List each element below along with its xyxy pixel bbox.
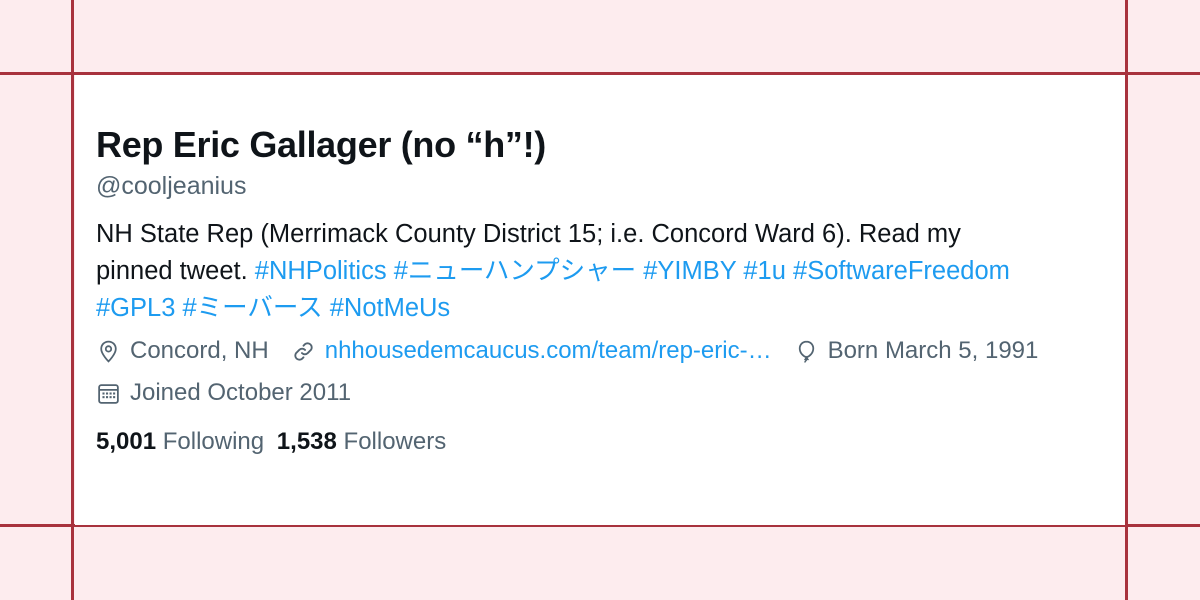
hashtag-link[interactable]: #1u bbox=[743, 257, 786, 285]
profile-bio: NH State Rep (Merrimack County District … bbox=[96, 216, 1106, 327]
profile-display-name: Rep Eric Gallager (no “h”!) bbox=[96, 124, 546, 165]
profile-joined: Joined October 2011 bbox=[96, 378, 351, 408]
link-icon bbox=[294, 341, 313, 361]
hashtag-link[interactable]: #ミーバース bbox=[182, 294, 322, 322]
hashtag-link[interactable]: #NHPolitics bbox=[255, 257, 387, 285]
hashtag-link[interactable]: #ニューハンプシャー bbox=[394, 257, 636, 285]
followers-stat[interactable]: 1,538 Followers bbox=[277, 428, 446, 455]
profile-meta-row-2: Joined October 2011 bbox=[96, 378, 1125, 408]
followers-count: 1,538 bbox=[276, 428, 337, 455]
hashtag-link[interactable]: #NotMeUs bbox=[330, 294, 450, 322]
page-frame: Rep Eric Gallager (no “h”!) @cooljeanius… bbox=[0, 0, 1200, 600]
profile-stats: 5,001 Following 1,538 Followers bbox=[96, 427, 1125, 457]
following-stat[interactable]: 5,001 Following bbox=[96, 428, 264, 455]
hashtag-link[interactable]: #YIMBY bbox=[643, 257, 736, 285]
profile-location: Concord, NH bbox=[96, 336, 269, 366]
website-link[interactable]: nhhousedemcaucus.com/team/rep-eric-… bbox=[325, 336, 772, 366]
following-label: Following bbox=[162, 428, 265, 455]
followers-label: Followers bbox=[343, 428, 447, 455]
joined-text: Joined October 2011 bbox=[130, 379, 352, 406]
hashtag-link[interactable]: #SoftwareFreedom bbox=[793, 257, 1010, 285]
guide-line-left bbox=[71, 0, 74, 600]
bio-line-2: pinned tweet. #NHPolitics #ニューハンプシャー #YI… bbox=[96, 253, 1106, 290]
bio-text: pinned tweet. bbox=[96, 257, 248, 285]
location-text: Concord, NH bbox=[130, 337, 269, 364]
profile-handle[interactable]: @cooljeanius bbox=[96, 170, 1125, 202]
bio-line-1: NH State Rep (Merrimack County District … bbox=[96, 220, 961, 248]
hashtag-link[interactable]: #GPL3 bbox=[96, 294, 175, 322]
profile-website[interactable]: nhhousedemcaucus.com/team/rep-eric-… bbox=[291, 336, 772, 366]
guide-line-right bbox=[1125, 0, 1128, 600]
profile-birthday: Born March 5, 1991 bbox=[794, 336, 1039, 366]
location-pin-icon bbox=[100, 340, 117, 363]
calendar-icon bbox=[98, 383, 119, 404]
birthday-text: Born March 5, 1991 bbox=[827, 337, 1039, 364]
bio-line-3: #GPL3 #ミーバース #NotMeUs bbox=[96, 290, 1106, 327]
profile-card: Rep Eric Gallager (no “h”!) @cooljeanius… bbox=[75, 75, 1125, 525]
balloon-icon bbox=[798, 340, 814, 363]
profile-meta-row: Concord, NH nhhousedemcaucus.com/team/re… bbox=[96, 336, 1125, 366]
following-count: 5,001 bbox=[96, 428, 157, 455]
